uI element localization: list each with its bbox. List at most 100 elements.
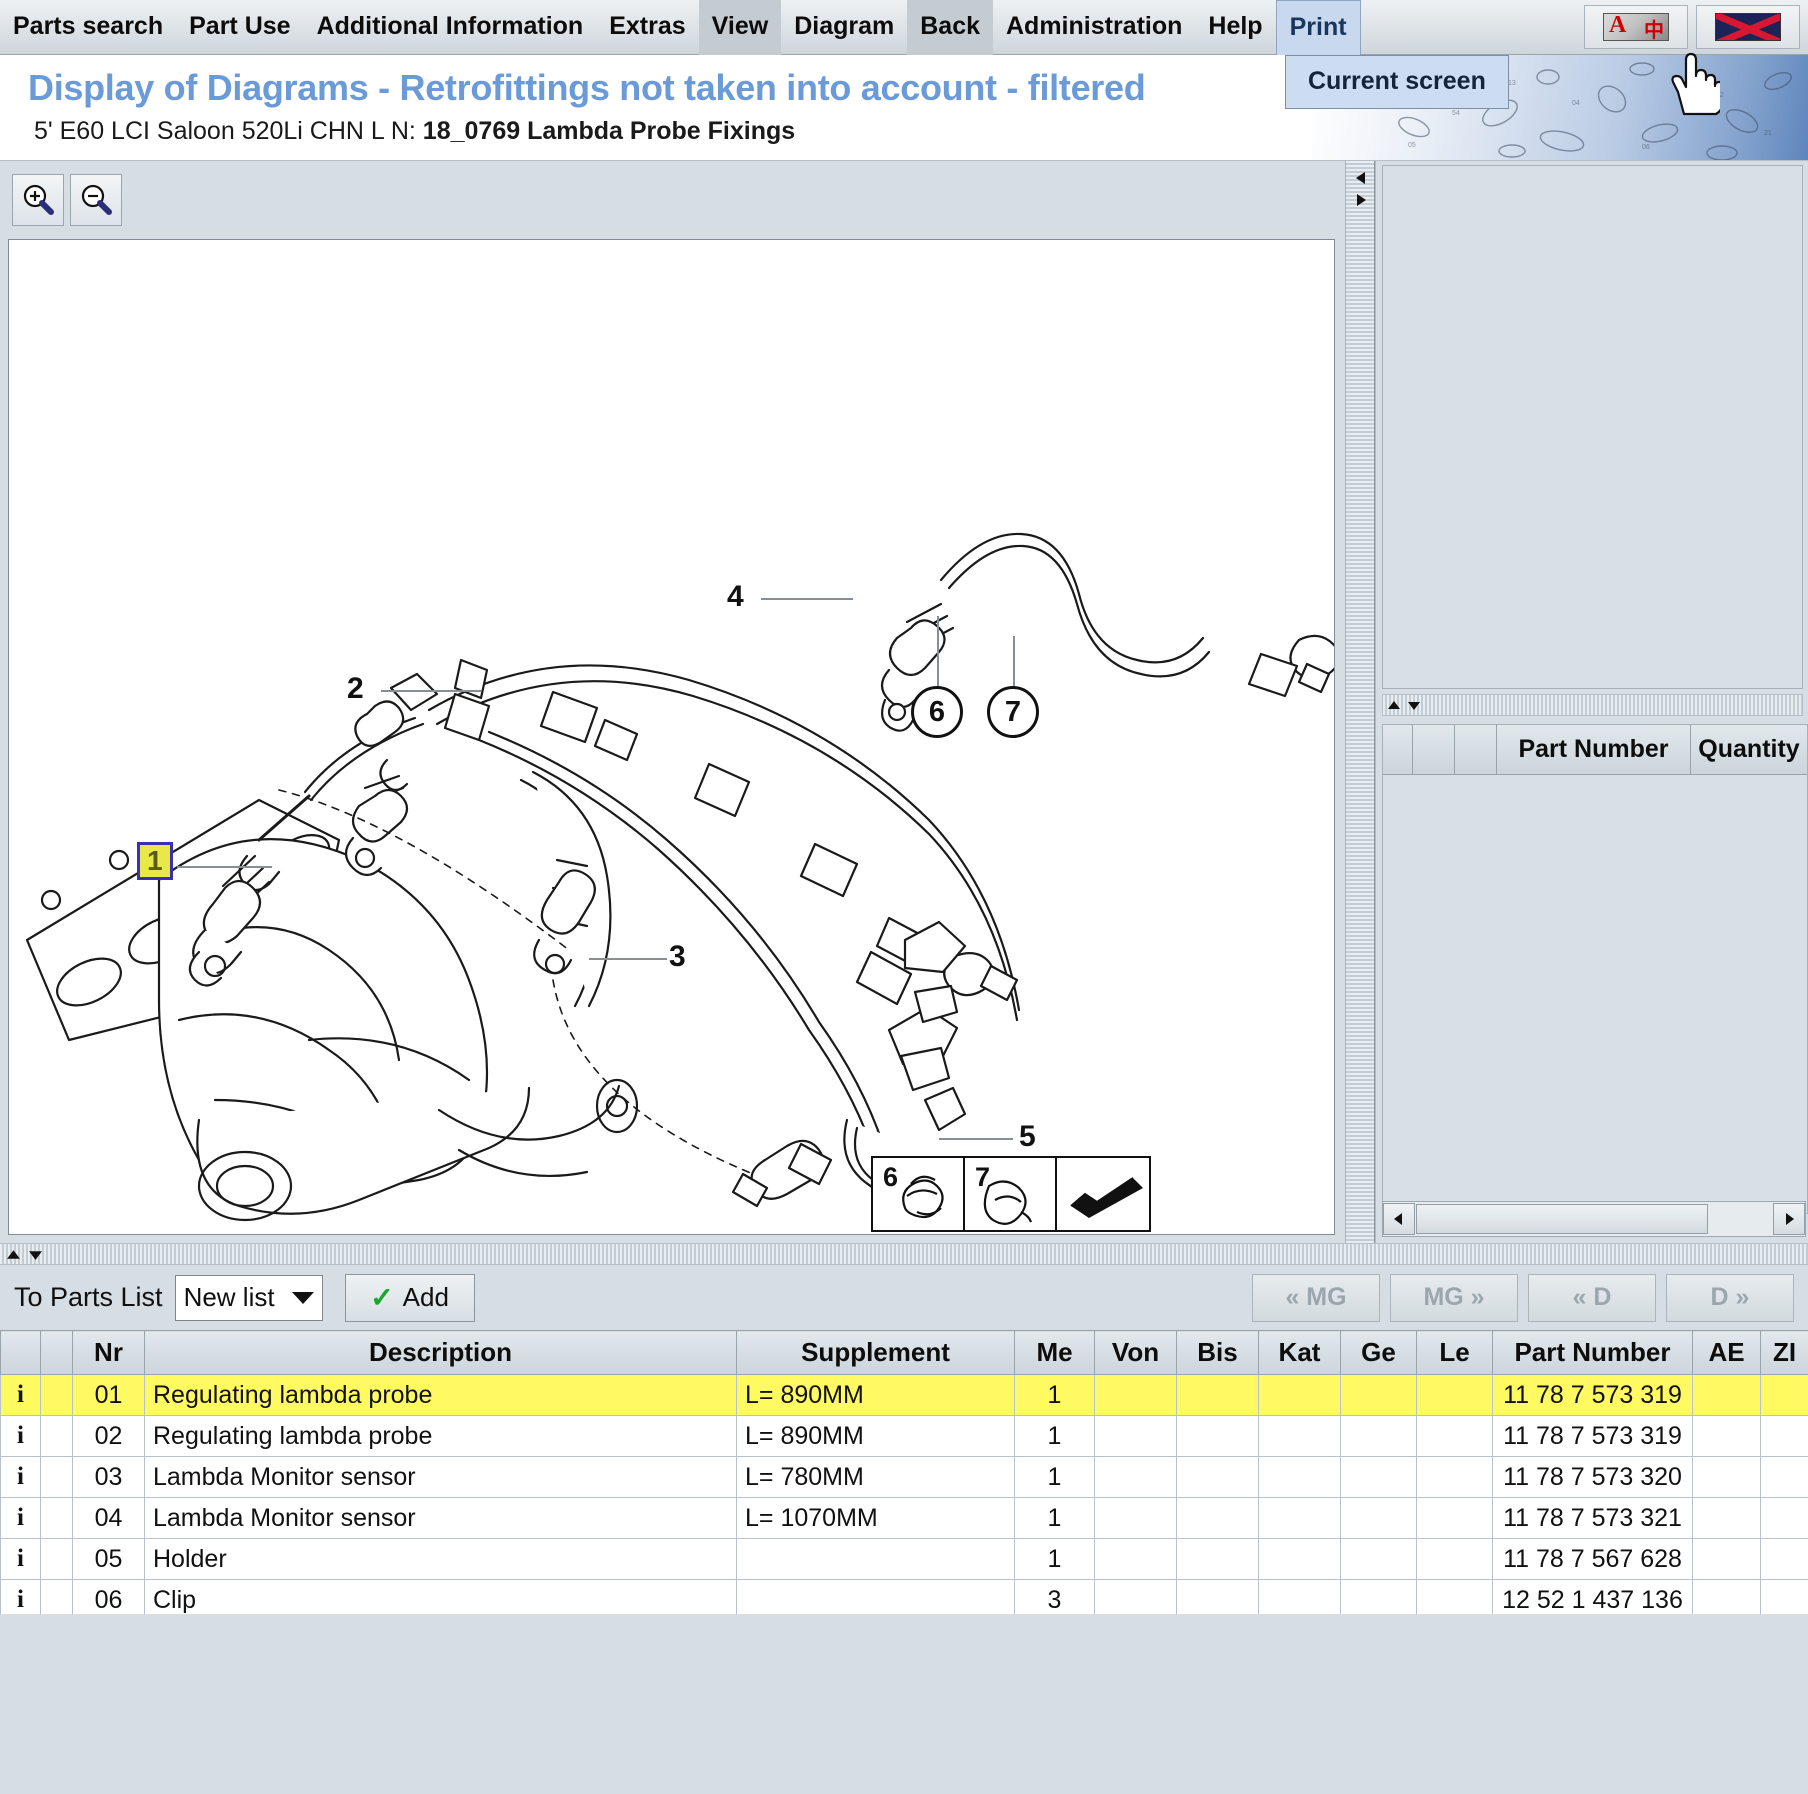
nr-cell: 05: [72, 1538, 145, 1580]
table-row[interactable]: i 03 Lambda Monitor sensor L= 780MM 1 11 78 7…: [0, 1456, 1808, 1498]
svg-text:06: 06: [1642, 144, 1650, 151]
menu-item-part-use[interactable]: Part Use: [176, 0, 303, 55]
menu-label: Extras: [609, 12, 686, 40]
diagram-circled-callout-7[interactable]: 7: [987, 686, 1039, 738]
diagram-callout-3[interactable]: 3: [669, 940, 686, 974]
th-description[interactable]: Description: [144, 1330, 737, 1375]
menu-item-parts-search[interactable]: Parts search: [0, 0, 176, 55]
next-main-group-button[interactable]: MG »: [1390, 1273, 1518, 1322]
zi-cell: [1760, 1456, 1808, 1498]
zoom-in-button[interactable]: [12, 174, 64, 226]
add-button-label: Add: [402, 1282, 449, 1312]
splitter-expand-up-icon[interactable]: [6, 1247, 21, 1262]
scroll-left-button[interactable]: [1383, 1203, 1415, 1235]
table-row[interactable]: i 04 Lambda Monitor sensor L= 1070MM 1 11 78 …: [0, 1497, 1808, 1539]
th-ae[interactable]: AE: [1692, 1330, 1761, 1375]
part-number-cell: 11 78 7 573 321: [1492, 1497, 1693, 1539]
splitter-expand-down-icon[interactable]: [28, 1247, 43, 1262]
zi-cell: [1760, 1415, 1808, 1457]
prev-diagram-button[interactable]: « D: [1528, 1273, 1656, 1322]
th-bis[interactable]: Bis: [1176, 1330, 1259, 1375]
th-kat[interactable]: Kat: [1258, 1330, 1341, 1375]
menu-item-print[interactable]: Print: [1275, 0, 1361, 55]
diagram-callout-1[interactable]: 1: [137, 842, 173, 881]
info-cell[interactable]: i: [0, 1456, 41, 1498]
bis-cell: [1176, 1497, 1259, 1539]
rp-col-icon2[interactable]: [1413, 725, 1455, 775]
part-number-cell: 11 78 7 573 319: [1492, 1415, 1693, 1457]
right-panel-preview-area[interactable]: [1382, 165, 1803, 689]
th-info[interactable]: [0, 1330, 41, 1375]
language-toggle-button[interactable]: [1584, 5, 1688, 49]
menu-label: Help: [1208, 12, 1263, 40]
menu-label: Administration: [1006, 12, 1183, 40]
mouse-cursor-hand-icon: [1671, 52, 1720, 116]
menu-item-extras[interactable]: Extras: [596, 0, 698, 55]
splitter-collapse-down-icon[interactable]: [1407, 698, 1421, 712]
th-ge[interactable]: Ge: [1340, 1330, 1417, 1375]
nr-cell: 01: [72, 1374, 145, 1416]
table-row[interactable]: i 01 Regulating lambda probe L= 890MM 1 11 78…: [0, 1374, 1808, 1416]
th-part-number[interactable]: Part Number: [1492, 1330, 1693, 1375]
language-az-icon: [1603, 12, 1669, 43]
prev-main-group-button[interactable]: « MG: [1252, 1273, 1380, 1322]
rp-col-icon1[interactable]: [1383, 725, 1413, 775]
info-cell[interactable]: i: [0, 1538, 41, 1580]
next-diagram-button[interactable]: D »: [1666, 1273, 1794, 1322]
rp-col-part-number[interactable]: Part Number: [1497, 725, 1691, 775]
me-cell: 1: [1014, 1415, 1095, 1457]
info-cell[interactable]: i: [0, 1497, 41, 1539]
menu-label: Part Use: [189, 12, 291, 40]
table-row[interactable]: i 02 Regulating lambda probe L= 890MM 1 11 78…: [0, 1415, 1808, 1457]
th-le[interactable]: Le: [1416, 1330, 1493, 1375]
diagram-canvas[interactable]: 1 2 3 4 5 6 7 6 7: [8, 239, 1335, 1235]
splitter-collapse-right-icon[interactable]: [1354, 193, 1368, 207]
vertical-splitter[interactable]: [1345, 161, 1375, 1243]
info-cell[interactable]: i: [0, 1374, 41, 1416]
menu-item-administration[interactable]: Administration: [993, 0, 1195, 55]
description-cell: Lambda Monitor sensor: [144, 1497, 737, 1539]
info-cell[interactable]: i: [0, 1415, 41, 1457]
ae-cell: [1692, 1456, 1761, 1498]
diagram-callout-2[interactable]: 2: [347, 672, 364, 706]
ge-cell: [1340, 1538, 1417, 1580]
menu-item-back[interactable]: Back: [907, 0, 993, 55]
menu-item-diagram[interactable]: Diagram: [781, 0, 907, 55]
th-flag[interactable]: [40, 1330, 73, 1375]
menu-label: Diagram: [794, 12, 895, 40]
add-button[interactable]: ✓ Add: [344, 1273, 475, 1322]
scroll-right-button[interactable]: [1773, 1203, 1805, 1235]
horizontal-splitter[interactable]: [0, 1243, 1808, 1265]
th-zi[interactable]: ZI: [1760, 1330, 1808, 1375]
th-von[interactable]: Von: [1094, 1330, 1177, 1375]
leader-line-6: [937, 616, 939, 686]
splitter-collapse-up-icon[interactable]: [1387, 698, 1401, 712]
country-flag-button[interactable]: [1696, 5, 1800, 49]
exhaust-lambda-probe-illustration: [25, 532, 1334, 1222]
splitter-collapse-left-icon[interactable]: [1354, 171, 1368, 185]
right-panel-horizontal-scrollbar[interactable]: [1382, 1201, 1806, 1237]
print-menu-item-current-screen[interactable]: Current screen: [1308, 67, 1486, 96]
diagram-callout-5[interactable]: 5: [1019, 1120, 1036, 1154]
supplement-cell: [736, 1538, 1015, 1580]
diagram-circled-callout-6[interactable]: 6: [911, 686, 963, 738]
right-panel: Part Number Quantity: [1375, 161, 1808, 1243]
th-me[interactable]: Me: [1014, 1330, 1095, 1375]
scrollbar-thumb[interactable]: [1416, 1204, 1708, 1234]
parts-list-selector[interactable]: New list: [174, 1274, 323, 1321]
menu-item-view[interactable]: View: [698, 0, 782, 55]
menu-item-additional-information[interactable]: Additional Information: [304, 0, 597, 55]
table-row[interactable]: i 05 Holder 1 11 78 7 567 628: [0, 1538, 1808, 1580]
right-panel-table-header-row: Part Number Quantity: [1383, 725, 1807, 775]
menu-item-help[interactable]: Help: [1195, 0, 1275, 55]
th-nr[interactable]: Nr: [72, 1330, 145, 1375]
zoom-out-button[interactable]: [70, 174, 122, 226]
menu-label: Print: [1289, 12, 1347, 41]
rp-col-icon3[interactable]: [1455, 725, 1497, 775]
th-supplement[interactable]: Supplement: [736, 1330, 1015, 1375]
diagram-callout-4[interactable]: 4: [727, 580, 744, 614]
parts-list-selector-value: New list: [183, 1282, 275, 1312]
right-panel-splitter[interactable]: [1382, 694, 1803, 716]
chevron-down-icon: [291, 1291, 314, 1304]
rp-col-quantity[interactable]: Quantity: [1691, 725, 1807, 775]
